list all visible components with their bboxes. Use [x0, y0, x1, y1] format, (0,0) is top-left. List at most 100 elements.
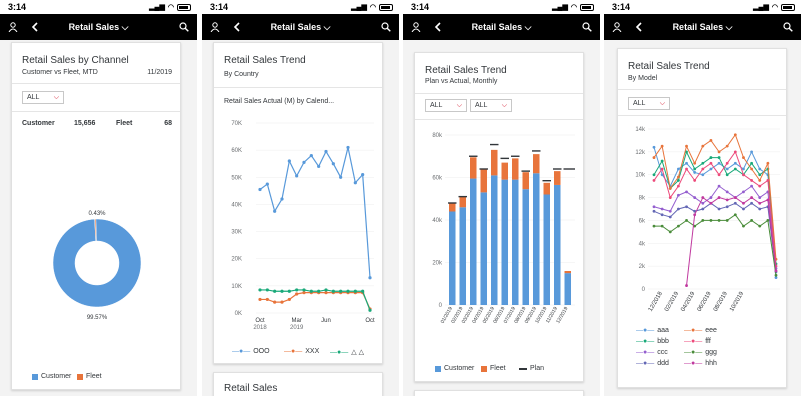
- data-point: [774, 273, 778, 277]
- search-icon[interactable]: [177, 20, 191, 34]
- divider: [214, 87, 382, 88]
- data-point: [280, 289, 284, 293]
- card-title: Retail Sales Trend: [425, 65, 507, 76]
- data-point: [750, 201, 753, 205]
- bar-customer: [512, 179, 519, 305]
- card-subtitle: Customer vs Fleet, MTD: [22, 69, 98, 76]
- data-point: [693, 167, 697, 171]
- data-point: [725, 173, 729, 177]
- data-point: [258, 297, 262, 302]
- signal-icon: ▂▄▆: [351, 4, 367, 11]
- customer-value: 15,656: [74, 120, 96, 127]
- data-point: [725, 190, 729, 194]
- filter-value: ALL: [430, 102, 443, 109]
- user-icon[interactable]: [6, 20, 20, 34]
- status-time: 3:14: [612, 2, 631, 12]
- legend-label: bbb: [657, 338, 669, 345]
- data-point: [742, 190, 745, 194]
- y-tick-label: 50K: [231, 175, 242, 181]
- y-tick-label: 0: [439, 303, 443, 309]
- chart-title: Retail Sales Actual (M) by Calend...: [224, 98, 335, 105]
- data-point: [295, 292, 299, 296]
- data-point: [709, 167, 713, 171]
- x-year-label: 2018: [253, 325, 267, 331]
- user-icon[interactable]: [208, 20, 222, 34]
- filter-select-1[interactable]: ALL ⌵: [425, 99, 467, 112]
- filter-select-2[interactable]: ALL ⌵: [470, 99, 512, 112]
- data-point: [331, 162, 335, 166]
- legend-label: eee: [705, 327, 717, 334]
- fleet-value: 68: [164, 120, 172, 127]
- legend-swatch: [32, 373, 38, 380]
- data-point: [361, 172, 365, 177]
- data-point: [701, 173, 705, 177]
- bar-customer: [470, 178, 477, 305]
- battery-icon: [781, 3, 795, 11]
- status-bar: 3:14 ▂▄▆ ◠: [403, 0, 600, 14]
- nav-title: Retail Sales: [471, 21, 523, 32]
- user-icon[interactable]: [409, 20, 423, 34]
- bar-fleet: [564, 271, 572, 274]
- data-point: [273, 209, 277, 213]
- wifi-icon: ◠: [369, 4, 376, 11]
- data-point: [346, 289, 350, 293]
- filter-select[interactable]: ALL ⌵: [628, 97, 670, 110]
- card-subtitle: Plan vs Actual, Monthly: [425, 78, 498, 85]
- model-line-chart: 14k12k10k8k6k4k2k012/2018 02/2019 04/2019 0…: [635, 127, 780, 313]
- data-point: [685, 161, 688, 165]
- data-point: [717, 161, 721, 165]
- legend-label: Customer: [444, 365, 475, 372]
- legend-item-eee: —●— eee: [684, 327, 717, 334]
- user-icon[interactable]: [610, 20, 624, 34]
- data-point: [693, 213, 697, 217]
- data-point: [317, 289, 321, 293]
- nav-title: Retail Sales: [68, 21, 120, 32]
- data-point: [733, 196, 737, 199]
- data-point: [742, 156, 745, 159]
- data-point: [701, 196, 705, 199]
- data-point: [685, 144, 688, 148]
- back-icon[interactable]: [230, 20, 244, 34]
- data-point: [677, 179, 680, 182]
- retail-sales-card[interactable]: Retail Sales: [213, 372, 383, 396]
- next-card[interactable]: [414, 390, 584, 396]
- status-icons: ▂▄▆ ◠: [149, 3, 191, 11]
- data-point: [660, 144, 664, 148]
- y-tick-label: 0: [642, 287, 646, 293]
- data-point: [766, 161, 770, 165]
- nav-bar: Retail Sales ⌵: [604, 14, 801, 40]
- data-point: [331, 289, 335, 293]
- bar-fleet: [512, 158, 519, 180]
- data-point: [652, 179, 656, 182]
- wifi-icon: ◠: [771, 4, 778, 11]
- filter-select[interactable]: ALL ⌵: [22, 91, 64, 104]
- data-point: [742, 201, 745, 205]
- data-point: [750, 219, 753, 222]
- x-tick-label: 08/2019: [713, 290, 729, 312]
- search-icon[interactable]: [781, 20, 795, 34]
- data-point: [660, 224, 664, 228]
- y-tick-label: 20K: [231, 257, 242, 263]
- data-point: [652, 205, 656, 209]
- data-point: [652, 173, 656, 177]
- data-point: [742, 224, 745, 228]
- data-point: [652, 145, 656, 149]
- back-icon[interactable]: [28, 20, 42, 34]
- data-point: [701, 161, 705, 165]
- search-icon[interactable]: [580, 20, 594, 34]
- legend-fleet: Fleet: [481, 365, 506, 372]
- data-point: [733, 150, 737, 154]
- legend-item-hhh: —●— hhh: [684, 360, 717, 367]
- x-tick-label: Jun: [321, 318, 331, 324]
- search-icon[interactable]: [379, 20, 393, 34]
- card-subtitle: By Model: [628, 75, 658, 82]
- legend-label: ddd: [657, 360, 669, 367]
- data-point: [717, 184, 721, 188]
- filter-value: ALL: [475, 102, 488, 109]
- legend-label: hhh: [705, 360, 717, 367]
- data-point: [758, 184, 762, 188]
- legend-label: Fleet: [86, 373, 102, 380]
- legend-label: ggg: [705, 349, 717, 356]
- back-icon[interactable]: [632, 20, 646, 34]
- back-icon[interactable]: [431, 20, 445, 34]
